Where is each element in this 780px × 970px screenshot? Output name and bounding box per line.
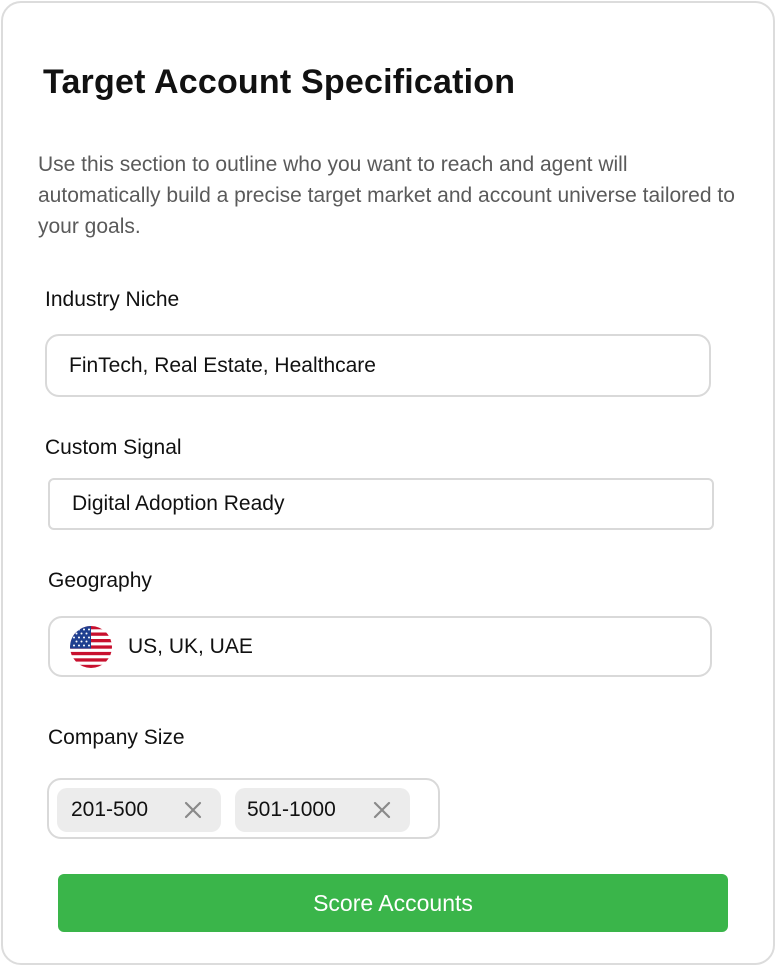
custom-signal-input[interactable]: Digital Adoption Ready bbox=[48, 478, 714, 530]
company-size-chips[interactable]: 201-500 501-1000 bbox=[47, 778, 440, 839]
target-account-card: Target Account Specification Use this se… bbox=[1, 1, 775, 965]
page-title: Target Account Specification bbox=[43, 63, 516, 101]
chip-201-500: 201-500 bbox=[57, 788, 221, 832]
company-size-label: Company Size bbox=[48, 726, 185, 749]
industry-niche-value: FinTech, Real Estate, Healthcare bbox=[69, 353, 376, 377]
geography-label: Geography bbox=[48, 569, 152, 592]
geography-input[interactable]: US, UK, UAE bbox=[48, 616, 712, 677]
us-flag-icon bbox=[70, 625, 112, 668]
industry-niche-label: Industry Niche bbox=[45, 288, 180, 311]
section-description: Use this section to outline who you want… bbox=[38, 153, 735, 238]
custom-signal-value: Digital Adoption Ready bbox=[72, 492, 285, 515]
custom-signal-label: Custom Signal bbox=[45, 436, 182, 459]
close-icon[interactable] bbox=[183, 800, 203, 820]
close-icon[interactable] bbox=[372, 800, 392, 820]
geography-value: US, UK, UAE bbox=[128, 634, 253, 658]
chip-501-1000: 501-1000 bbox=[235, 788, 410, 832]
chip-label: 501-1000 bbox=[247, 798, 336, 821]
score-accounts-button[interactable]: Score Accounts bbox=[58, 874, 728, 932]
chip-label: 201-500 bbox=[71, 798, 149, 821]
industry-niche-input[interactable]: FinTech, Real Estate, Healthcare bbox=[45, 334, 711, 397]
